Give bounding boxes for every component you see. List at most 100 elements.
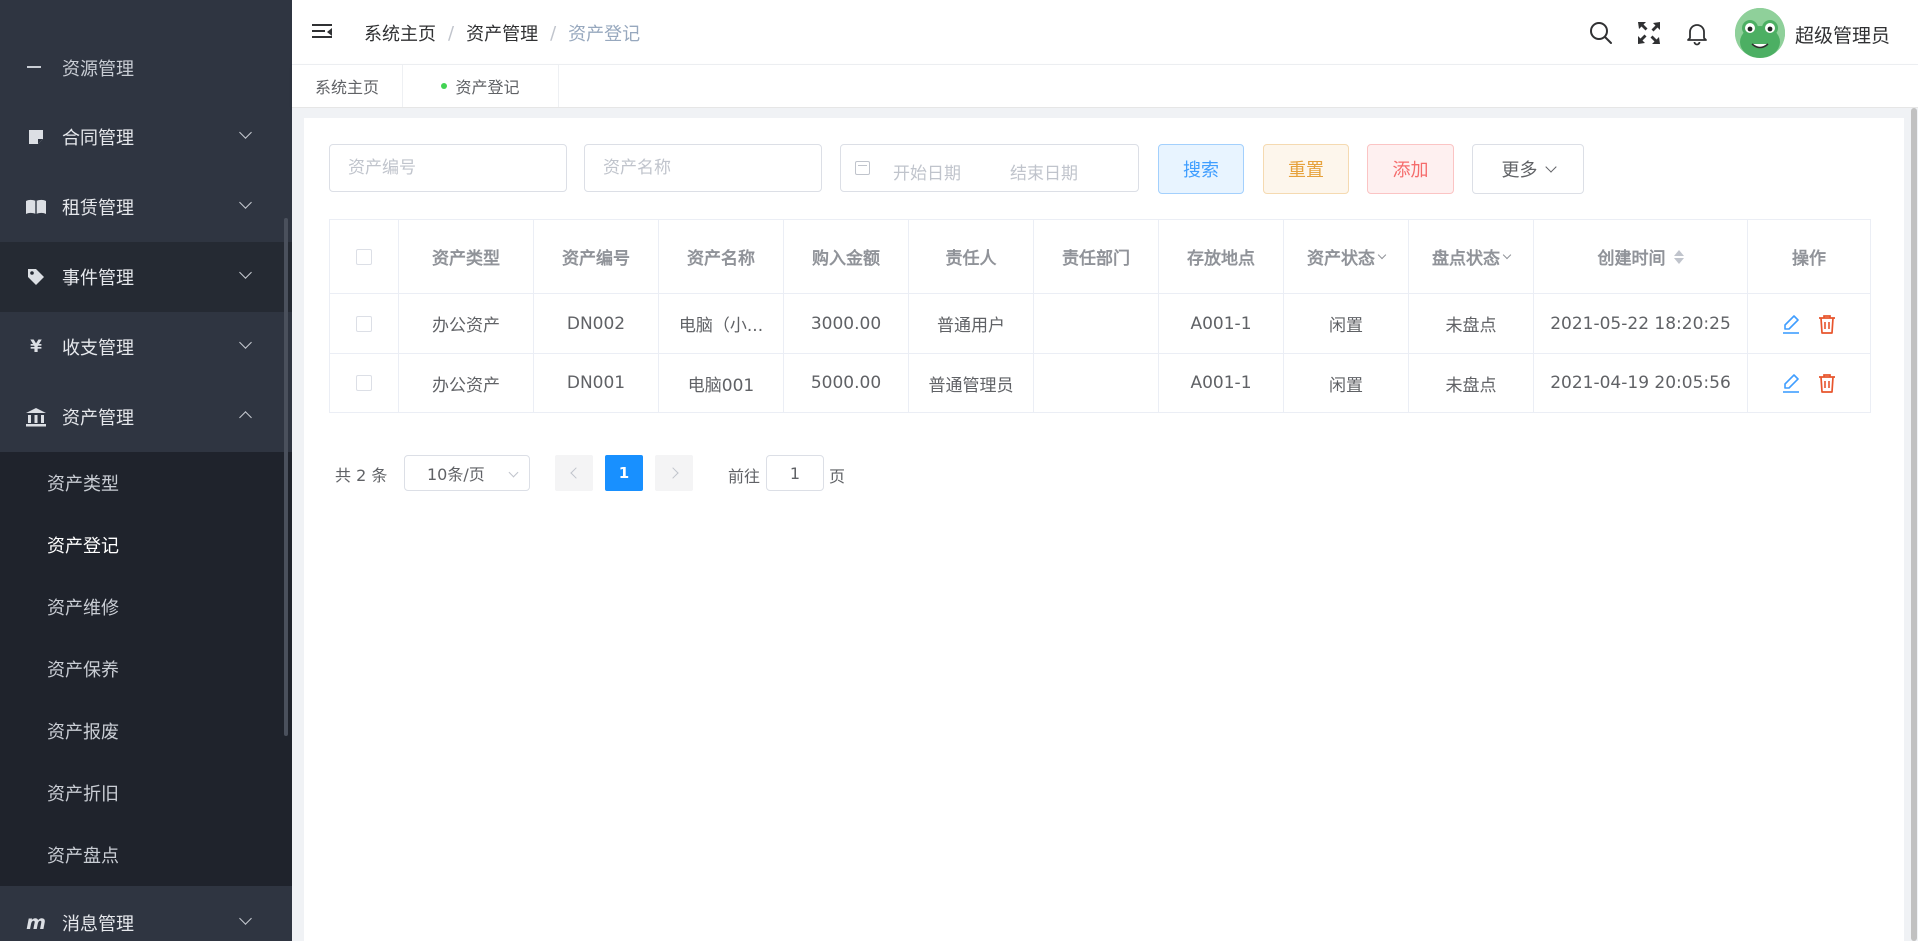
chevron-down-icon bbox=[1377, 250, 1387, 260]
search-button[interactable]: 搜索 bbox=[1158, 144, 1244, 194]
edit-icon[interactable] bbox=[1780, 372, 1802, 394]
sidebar-menu-event[interactable]: 事件管理 bbox=[0, 242, 292, 312]
column-header: 责任部门 bbox=[1034, 220, 1159, 294]
table-cell: 闲置 bbox=[1284, 354, 1409, 412]
add-button-label: 添加 bbox=[1392, 160, 1429, 181]
message-m-icon: m bbox=[26, 912, 46, 934]
page-jump-input[interactable] bbox=[766, 455, 824, 491]
top-header: 系统主页 / 资产管理 / 资产登记 超级管理员 bbox=[292, 0, 1918, 65]
sidebar-item-asset-maintenance[interactable]: 资产保养 bbox=[0, 638, 292, 700]
sidebar-menu-message[interactable]: m 消息管理 bbox=[0, 888, 292, 941]
chevron-down-icon bbox=[239, 266, 252, 279]
inventory-filter-header[interactable]: 盘点状态 bbox=[1409, 220, 1534, 294]
search-icon[interactable] bbox=[1588, 20, 1614, 46]
tag-asset-register[interactable]: 资产登记 bbox=[403, 65, 559, 107]
asset-table: 资产类型 资产编号 资产名称 购入金额 责任人 责任部门 存放地点 资产状态 盘… bbox=[329, 219, 1871, 413]
delete-icon[interactable] bbox=[1816, 313, 1838, 335]
sidebar-menu-contract[interactable]: 合同管理 bbox=[0, 102, 292, 172]
chevron-down-icon bbox=[1502, 250, 1512, 260]
sidebar-menu-label: 收支管理 bbox=[62, 338, 134, 359]
column-header: 操作 bbox=[1748, 220, 1870, 294]
reset-button[interactable]: 重置 bbox=[1263, 144, 1349, 194]
asset-name-input[interactable] bbox=[584, 144, 822, 192]
table-cell: DN002 bbox=[534, 294, 659, 354]
select-all-cell bbox=[330, 220, 399, 294]
chevron-right-icon bbox=[666, 467, 679, 479]
table-cell: A001-1 bbox=[1159, 294, 1284, 354]
status-filter-header[interactable]: 资产状态 bbox=[1284, 220, 1409, 294]
chevron-left-icon bbox=[569, 467, 582, 479]
asset-no-input[interactable] bbox=[329, 144, 567, 192]
pagination-total: 共 2 条 bbox=[335, 466, 388, 485]
sidebar-scrollbar[interactable] bbox=[284, 218, 288, 736]
sidebar-item-resource-partial[interactable]: 资源管理 bbox=[0, 50, 292, 80]
page-number-current[interactable]: 1 bbox=[605, 455, 643, 491]
table-cell: 闲置 bbox=[1284, 294, 1409, 354]
chevron-down-icon bbox=[508, 467, 519, 478]
sidebar-item-label: 资产盘点 bbox=[47, 846, 119, 867]
breadcrumb-home[interactable]: 系统主页 bbox=[364, 20, 436, 46]
breadcrumb-separator: / bbox=[550, 22, 557, 44]
more-dropdown-button[interactable]: 更多 bbox=[1472, 144, 1584, 194]
table-cell: 电脑（小... bbox=[659, 294, 784, 354]
prev-page-button[interactable] bbox=[555, 455, 593, 491]
calendar-icon bbox=[855, 161, 870, 175]
sidebar-menu-asset[interactable]: 资产管理 bbox=[0, 382, 292, 452]
column-header-label: 创建时间 bbox=[1597, 249, 1666, 269]
sidebar-menu-label: 租赁管理 bbox=[62, 198, 134, 219]
table-cell: 未盘点 bbox=[1409, 354, 1534, 412]
breadcrumb-asset-management[interactable]: 资产管理 bbox=[466, 20, 538, 46]
table-cell: 普通管理员 bbox=[909, 354, 1034, 412]
sidebar-menu-label: 消息管理 bbox=[62, 914, 134, 935]
start-date-placeholder[interactable]: 开始日期 bbox=[893, 159, 961, 184]
row-checkbox[interactable] bbox=[356, 315, 372, 332]
select-all-checkbox[interactable] bbox=[356, 248, 372, 265]
sidebar-item-asset-register[interactable]: 资产登记 bbox=[0, 514, 292, 576]
fullscreen-icon[interactable] bbox=[1636, 20, 1662, 46]
tag-home[interactable]: 系统主页 bbox=[292, 65, 403, 107]
sidebar-item-asset-scrap[interactable]: 资产报废 bbox=[0, 700, 292, 762]
search-button-label: 搜索 bbox=[1183, 160, 1219, 181]
sidebar-item-asset-repair[interactable]: 资产维修 bbox=[0, 576, 292, 638]
table-cell: 未盘点 bbox=[1409, 294, 1534, 354]
add-button[interactable]: 添加 bbox=[1367, 144, 1454, 194]
more-button-label: 更多 bbox=[1501, 160, 1538, 181]
sidebar-menu-lease[interactable]: 租赁管理 bbox=[0, 172, 292, 242]
menu-toggle-icon[interactable] bbox=[312, 24, 332, 42]
table-cell bbox=[1034, 354, 1159, 412]
sidebar-menu-label: 合同管理 bbox=[62, 128, 134, 149]
tag-label: 系统主页 bbox=[314, 78, 379, 97]
chevron-down-icon bbox=[239, 336, 252, 349]
edit-icon[interactable] bbox=[1780, 313, 1802, 335]
sidebar-item-asset-type[interactable]: 资产类型 bbox=[0, 452, 292, 514]
sidebar-item-asset-depreciation[interactable]: 资产折旧 bbox=[0, 762, 292, 824]
row-select-cell bbox=[330, 354, 399, 412]
column-header: 资产类型 bbox=[399, 220, 534, 294]
sort-icon[interactable] bbox=[1673, 249, 1684, 264]
breadcrumb-separator: / bbox=[448, 22, 455, 44]
row-checkbox[interactable] bbox=[356, 375, 372, 391]
next-page-button[interactable] bbox=[655, 455, 693, 491]
sidebar-menu-label: 事件管理 bbox=[62, 268, 134, 289]
page-size-select[interactable]: 10条/页 bbox=[404, 455, 530, 491]
table-cell: 办公资产 bbox=[399, 354, 534, 412]
page-size-value: 10条/页 bbox=[427, 465, 485, 484]
main-scrollbar[interactable] bbox=[1910, 108, 1918, 941]
chevron-down-icon bbox=[239, 912, 252, 925]
avatar[interactable] bbox=[1735, 8, 1785, 58]
chevron-down-icon bbox=[239, 126, 252, 139]
column-header: 存放地点 bbox=[1159, 220, 1284, 294]
delete-icon[interactable] bbox=[1816, 372, 1838, 394]
table-cell: 2021-04-19 20:05:56 bbox=[1534, 354, 1748, 412]
dash-icon bbox=[27, 66, 41, 68]
username[interactable]: 超级管理员 bbox=[1795, 21, 1890, 48]
sidebar-item-label: 资产折旧 bbox=[47, 784, 119, 805]
sidebar-item-asset-inventory[interactable]: 资产盘点 bbox=[0, 824, 292, 886]
bell-icon[interactable] bbox=[1684, 20, 1710, 46]
chevron-down-icon bbox=[1544, 161, 1557, 173]
date-range-picker[interactable]: 开始日期 结束日期 bbox=[840, 144, 1139, 192]
sidebar-menu-finance[interactable]: ¥ 收支管理 bbox=[0, 312, 292, 382]
end-date-placeholder[interactable]: 结束日期 bbox=[1010, 159, 1078, 184]
created-time-sort-header[interactable]: 创建时间 bbox=[1534, 220, 1748, 294]
sidebar-item-label: 资产登记 bbox=[47, 536, 119, 557]
